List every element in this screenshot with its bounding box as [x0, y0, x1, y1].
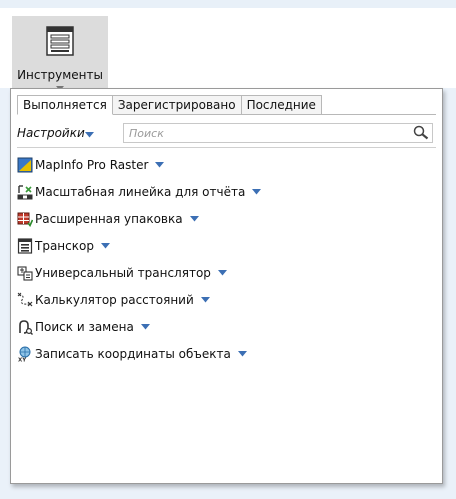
chevron-down-icon[interactable]	[189, 215, 199, 222]
svg-text:XY: XY	[18, 357, 27, 362]
coordinates-icon: XY	[18, 346, 31, 362]
tool-label: Записать координаты объекта	[35, 346, 231, 361]
chevron-down-icon[interactable]	[217, 269, 227, 276]
chevron-down-icon[interactable]	[252, 188, 262, 195]
packager-icon	[17, 212, 33, 227]
list-item[interactable]: Расширенная упаковка	[17, 205, 437, 232]
search-box	[123, 123, 433, 143]
tab-registered[interactable]: Зарегистрировано	[111, 95, 242, 115]
search-divider	[17, 147, 436, 148]
ribbon-top-strip	[0, 0, 456, 8]
tab-recent[interactable]: Последние	[240, 95, 322, 115]
tool-label: Расширенная упаковка	[35, 211, 183, 226]
translator-icon	[17, 265, 33, 281]
chevron-down-icon[interactable]	[140, 323, 150, 330]
list-item[interactable]: XY Записать координаты объекта	[17, 340, 437, 367]
transcor-icon	[17, 237, 33, 254]
tool-list: MapInfo Pro Raster Масштабная линейка дл…	[17, 151, 437, 367]
ribbon: Инструменты	[0, 8, 456, 96]
list-item[interactable]: Поиск и замена	[17, 313, 437, 340]
scalebar-icon	[17, 184, 33, 199]
tool-label: Масштабная линейка для отчёта	[35, 184, 246, 199]
tool-label: Калькулятор расстояний	[35, 292, 194, 307]
list-item[interactable]: Универсальный транслятор	[17, 259, 437, 286]
chevron-down-icon[interactable]	[200, 296, 210, 303]
raster-icon	[17, 157, 33, 172]
chevron-down-icon[interactable]	[85, 132, 94, 138]
list-item[interactable]: MapInfo Pro Raster	[17, 151, 437, 178]
chevron-down-icon[interactable]	[155, 161, 165, 168]
chevron-down-icon[interactable]	[237, 350, 247, 357]
tools-button-label: Инструменты	[17, 68, 103, 82]
search-icon[interactable]	[413, 125, 429, 141]
tool-label: Транскор	[35, 238, 94, 253]
settings-menu[interactable]: Настройки	[17, 126, 85, 140]
find-replace-icon	[19, 319, 33, 335]
list-item[interactable]: Калькулятор расстояний	[17, 286, 437, 313]
tool-label: Поиск и замена	[35, 319, 134, 334]
search-row: Настройки	[17, 123, 433, 145]
chevron-down-icon[interactable]	[100, 242, 110, 249]
list-item[interactable]: Транскор	[17, 232, 437, 259]
tool-label: Универсальный транслятор	[35, 265, 211, 280]
search-input[interactable]	[124, 124, 404, 142]
tool-manager-panel: Выполняется Зарегистрировано Последние Н…	[10, 88, 443, 484]
distance-icon	[17, 292, 33, 306]
tool-label: MapInfo Pro Raster	[35, 157, 149, 172]
tab-running[interactable]: Выполняется	[17, 95, 113, 115]
list-item[interactable]: Масштабная линейка для отчёта	[17, 178, 437, 205]
tools-ribbon-button[interactable]: Инструменты	[12, 16, 108, 96]
tools-icon	[46, 26, 74, 56]
panel-tabs: Выполняется Зарегистрировано Последние	[17, 95, 322, 115]
